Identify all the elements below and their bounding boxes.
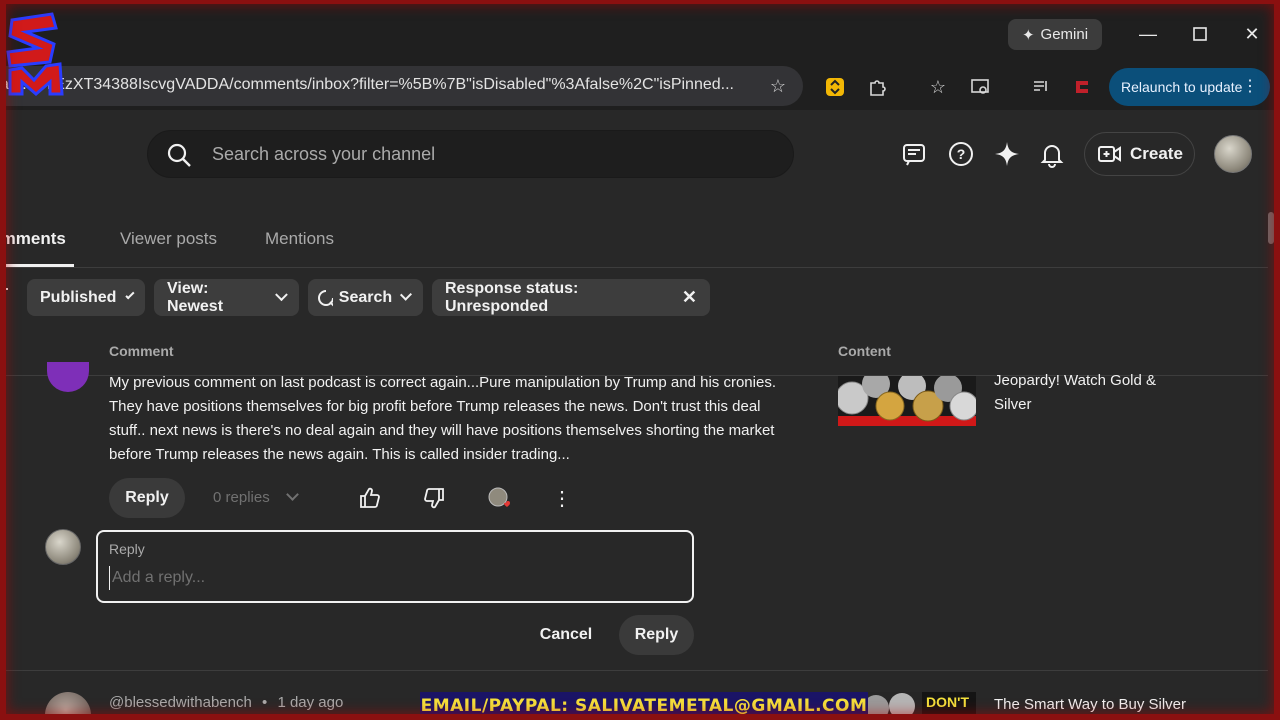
next-comment-meta: @blessedwithabench • 1 day ago xyxy=(109,694,343,711)
favorites-icon[interactable]: ☆ xyxy=(925,74,951,100)
search-refresh-icon xyxy=(318,289,333,306)
studio-header: Search across your channel ? Create xyxy=(0,110,1280,194)
filter-search-label: Search xyxy=(338,288,393,306)
media-controls-icon[interactable] xyxy=(1028,74,1054,100)
thumbs-up-icon[interactable] xyxy=(356,484,384,512)
replies-toggle[interactable]: 0 replies xyxy=(213,488,299,506)
chevron-down-icon xyxy=(275,288,288,301)
url-text: anr...zYEzXT34388IscvgVADDA/comments/inb… xyxy=(0,76,734,93)
create-label: Create xyxy=(1130,144,1183,163)
next-commenter-avatar[interactable] xyxy=(45,692,91,720)
search-placeholder: Search across your channel xyxy=(212,144,436,164)
more-options-icon[interactable]: ⋮ xyxy=(548,484,576,512)
comment-text: My previous comment on last podcast is c… xyxy=(109,374,776,463)
search-icon xyxy=(167,143,191,167)
reply-button[interactable]: Reply xyxy=(109,478,185,518)
video-thumbnail[interactable] xyxy=(838,376,976,426)
maximize-icon[interactable] xyxy=(1186,22,1214,46)
meta-separator: • xyxy=(262,694,268,711)
sparkle-icon: ✦ xyxy=(1021,26,1035,44)
help-icon[interactable]: ? xyxy=(945,138,977,170)
notifications-bell-icon[interactable] xyxy=(1036,138,1068,170)
tab-viewer-posts[interactable]: Viewer posts xyxy=(120,229,217,249)
next-video-thumbnail[interactable]: DON'T xyxy=(852,692,976,720)
reply-box[interactable]: Reply xyxy=(96,530,694,603)
commenter-avatar[interactable] xyxy=(47,362,89,392)
cancel-button[interactable]: Cancel xyxy=(524,617,608,653)
gemini-label: Gemini xyxy=(1040,26,1089,43)
column-content: Content xyxy=(838,343,891,359)
channel-logo xyxy=(4,10,68,96)
remove-filter-close-icon[interactable]: ✕ xyxy=(682,287,697,308)
filter-published-chip[interactable]: Published xyxy=(27,279,145,316)
browser-titlebar: ✦ Gemini — ✕ xyxy=(0,0,1280,66)
filter-search-chip[interactable]: Search xyxy=(308,279,423,316)
feedback-icon[interactable] xyxy=(899,138,931,170)
svg-text:?: ? xyxy=(957,146,966,162)
browser-toolbar: anr...zYEzXT34388IscvgVADDA/comments/inb… xyxy=(0,66,1280,110)
my-avatar xyxy=(45,529,81,565)
row-divider xyxy=(0,670,1268,671)
address-bar[interactable]: anr...zYEzXT34388IscvgVADDA/comments/inb… xyxy=(0,66,803,106)
submit-reply-button[interactable]: Reply xyxy=(619,615,694,655)
filter-response-status-chip[interactable]: Response status: Unresponded ✕ xyxy=(432,279,710,316)
relaunch-label: Relaunch to update xyxy=(1121,79,1243,95)
next-content-title[interactable]: The Smart Way to Buy Silver xyxy=(994,693,1194,717)
column-comment: Comment xyxy=(109,343,174,359)
filter-published-label: Published xyxy=(40,288,117,306)
comments-tabs: Comments Viewer posts Mentions xyxy=(0,194,1268,268)
close-window-icon[interactable]: ✕ xyxy=(1238,22,1266,46)
filter-icon[interactable] xyxy=(0,288,8,290)
thumbs-down-icon[interactable] xyxy=(420,484,448,512)
next-comment-time: 1 day ago xyxy=(277,694,344,711)
extensions-puzzle-icon[interactable] xyxy=(864,74,890,100)
reply-field-label: Reply xyxy=(109,541,145,557)
create-button[interactable]: Create xyxy=(1084,132,1195,176)
content-title[interactable]: Jeopardy! Watch Gold & Silver xyxy=(994,369,1194,417)
reading-mode-icon[interactable] xyxy=(967,74,993,100)
filter-response-status-label: Response status: Unresponded xyxy=(445,279,579,315)
chevron-down-icon xyxy=(286,488,299,501)
extension-yellow-icon[interactable] xyxy=(822,74,848,100)
tab-comments[interactable]: Comments xyxy=(0,229,66,249)
select-all-checkbox[interactable] xyxy=(0,343,5,361)
minimize-icon[interactable]: — xyxy=(1134,22,1162,46)
filter-view-chip[interactable]: View: Newest xyxy=(154,279,299,316)
email-banner-overlay: EMAIL/PAYPAL: SALIVATEMETAL@GMAIL.COM xyxy=(420,692,868,720)
relaunch-button[interactable]: Relaunch to update ⋮ xyxy=(1109,68,1270,106)
channel-search[interactable]: Search across your channel xyxy=(147,130,794,178)
active-tab-indicator xyxy=(0,264,74,267)
filter-view-label: View: Newest xyxy=(167,279,224,315)
extension-red-icon[interactable] xyxy=(1069,74,1095,100)
scrollbar-thumb[interactable] xyxy=(1268,212,1274,244)
gemini-button[interactable]: ✦ Gemini xyxy=(1008,19,1102,50)
reply-input[interactable] xyxy=(109,566,679,590)
next-comment-author[interactable]: @blessedwithabench xyxy=(109,694,252,711)
video-plus-icon xyxy=(1098,146,1121,162)
next-thumb-text: DON'T xyxy=(926,694,969,710)
more-vert-icon[interactable]: ⋮ xyxy=(1242,76,1258,96)
account-avatar[interactable] xyxy=(1214,135,1252,173)
replies-count-label: 0 replies xyxy=(213,489,270,506)
chevron-down-icon xyxy=(125,290,135,300)
creator-heart-icon[interactable] xyxy=(485,484,513,512)
chevron-down-icon xyxy=(400,288,413,301)
bookmark-star-icon[interactable]: ☆ xyxy=(765,73,791,99)
tab-mentions[interactable]: Mentions xyxy=(265,229,334,249)
sparkle-ai-icon[interactable] xyxy=(991,138,1023,170)
